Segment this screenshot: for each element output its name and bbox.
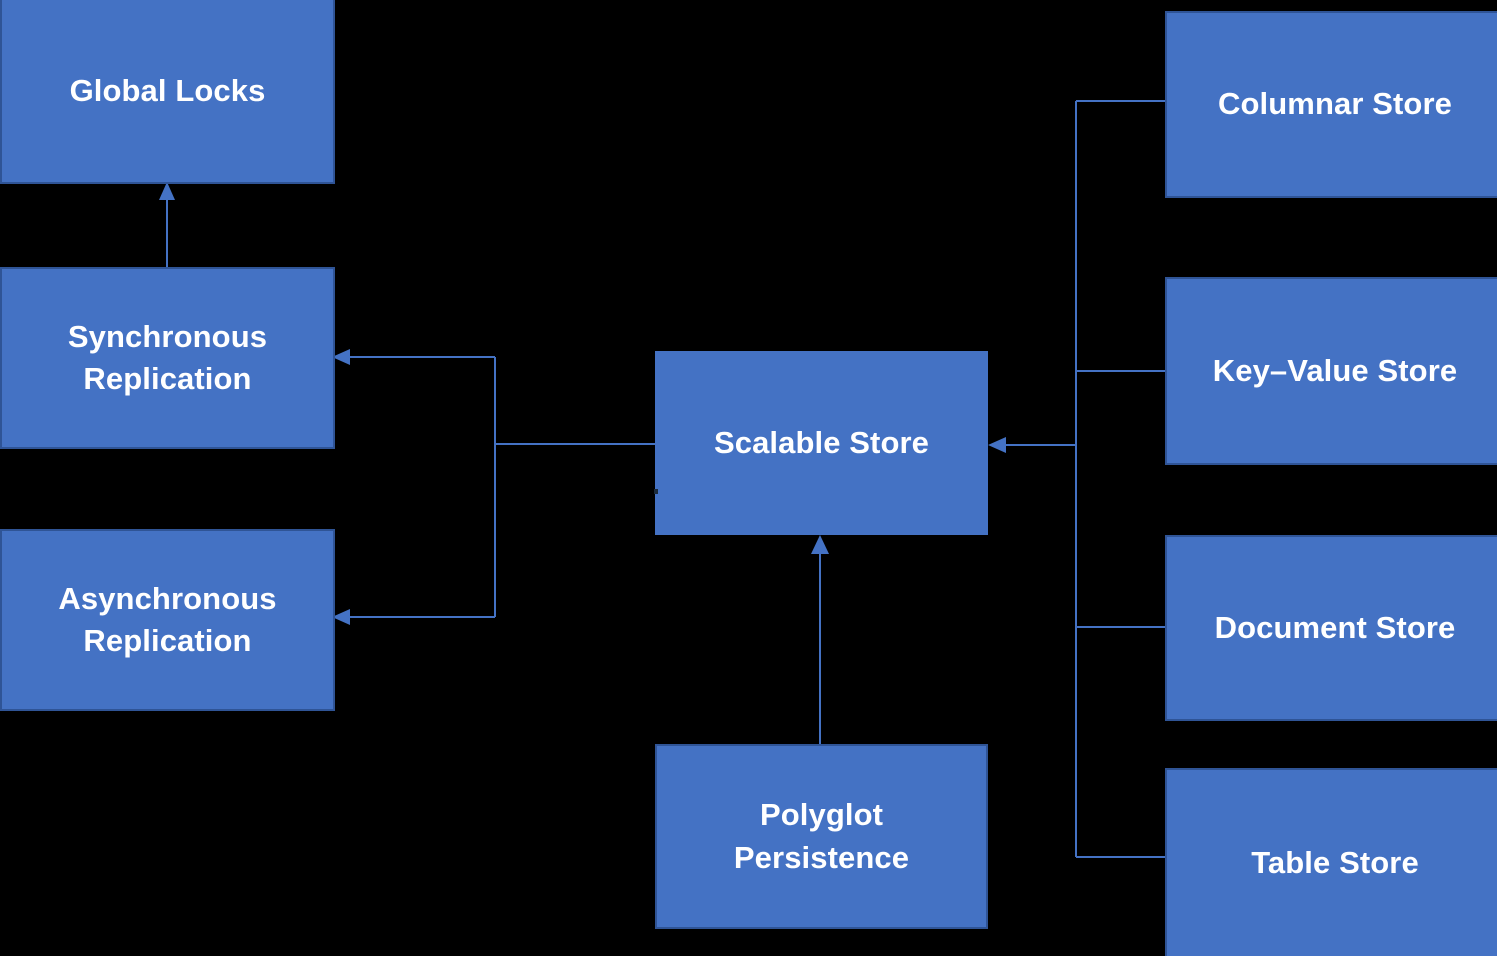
render-artifact — [654, 489, 658, 494]
node-key-value-store-label: Key–Value Store — [1212, 352, 1458, 388]
node-polyglot-persistence-label: Polyglot Persistence — [665, 794, 978, 878]
edge-polyglot-persistence-to-scalable-store — [811, 535, 829, 744]
node-polyglot-persistence-line2: Persistence — [733, 839, 910, 875]
node-asynchronous-replication-line1: Asynchronous — [58, 580, 277, 616]
edge-scalable-store-to-replication-bus — [332, 349, 655, 625]
node-document-store[interactable]: Document Store — [1165, 535, 1497, 721]
edge-store-bus-to-scalable-store — [988, 100, 1165, 858]
node-asynchronous-replication-line2: Replication — [83, 623, 252, 658]
node-document-store-label: Document Store — [1214, 609, 1456, 645]
node-asynchronous-replication[interactable]: Asynchronous Replication — [0, 529, 335, 711]
node-synchronous-replication-label: Synchronous Replication — [10, 316, 325, 400]
node-table-store-label: Table Store — [1251, 844, 1419, 880]
node-polyglot-persistence[interactable]: Polyglot Persistence — [655, 744, 988, 929]
node-synchronous-replication-line2: Replication — [83, 361, 252, 396]
node-scalable-store-label: Scalable Store — [713, 424, 930, 460]
edge-sync-replication-to-global-locks — [159, 182, 175, 268]
node-synchronous-replication-line1: Synchronous — [67, 318, 268, 354]
node-scalable-store[interactable]: Scalable Store — [655, 351, 988, 535]
node-synchronous-replication[interactable]: Synchronous Replication — [0, 267, 335, 449]
node-global-locks[interactable]: Global Locks — [0, 0, 335, 184]
diagram-canvas: Global Locks Synchronous Replication Asy… — [0, 0, 1497, 956]
node-table-store[interactable]: Table Store — [1165, 768, 1497, 956]
node-asynchronous-replication-label: Asynchronous Replication — [10, 578, 325, 662]
node-columnar-store[interactable]: Columnar Store — [1165, 11, 1497, 198]
node-columnar-store-label: Columnar Store — [1218, 86, 1452, 122]
node-polyglot-persistence-line1: Polyglot — [759, 797, 884, 833]
node-global-locks-label: Global Locks — [69, 72, 266, 108]
node-key-value-store[interactable]: Key–Value Store — [1165, 277, 1497, 465]
